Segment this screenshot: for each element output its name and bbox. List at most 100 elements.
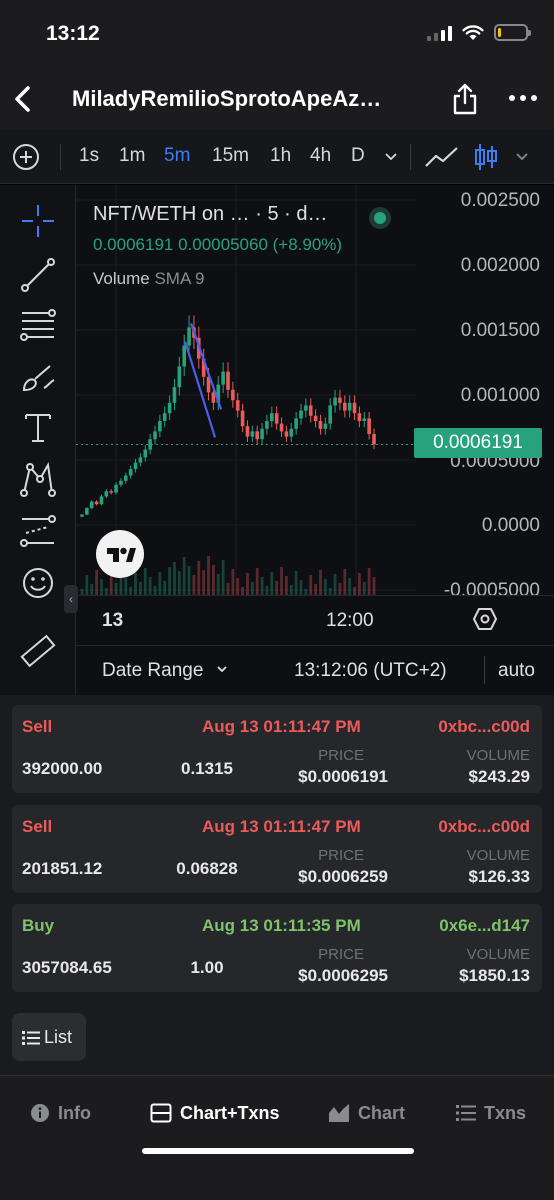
list-view-button[interactable]: List bbox=[12, 1013, 86, 1061]
nav-txns[interactable]: Txns bbox=[456, 1102, 526, 1124]
timeframe-5m[interactable]: 5m bbox=[164, 145, 190, 167]
transaction-row[interactable]: Sell Aug 13 01:11:47 PM 0xbc...c00d 3920… bbox=[12, 705, 542, 793]
candle-body bbox=[221, 371, 225, 385]
candle-body bbox=[85, 508, 89, 515]
chart-type-dropdown-chevron-icon[interactable] bbox=[514, 148, 530, 164]
battery-level bbox=[498, 28, 502, 37]
candle-body bbox=[318, 421, 323, 429]
status-time: 13:12 bbox=[46, 22, 100, 45]
volume-bar bbox=[231, 569, 235, 595]
candle-body bbox=[226, 371, 230, 390]
candle-body bbox=[99, 496, 104, 505]
volume-bar bbox=[323, 579, 327, 595]
candlestick-chart-type-icon[interactable] bbox=[474, 141, 498, 173]
tx-price-label: PRICE bbox=[318, 946, 364, 963]
candle-body bbox=[104, 491, 109, 497]
volume-bar bbox=[85, 575, 89, 595]
y-tick-label: 0.002000 bbox=[460, 255, 540, 276]
candle-body bbox=[352, 402, 357, 414]
volume-bar bbox=[255, 568, 259, 595]
transaction-row[interactable]: Buy Aug 13 01:11:35 PM 0x6e...d147 30570… bbox=[12, 904, 542, 992]
nav-info-label: Info bbox=[58, 1102, 91, 1123]
candle-body bbox=[323, 423, 328, 429]
bottom-navigation: Info Chart+Txns Chart Txns bbox=[0, 1075, 554, 1200]
timeframe-dropdown-chevron-icon[interactable] bbox=[383, 148, 399, 164]
more-options-button[interactable] bbox=[508, 90, 538, 106]
candle-body bbox=[250, 431, 255, 437]
candle-body bbox=[279, 423, 284, 432]
tx-maker-address[interactable]: 0xbc...c00d bbox=[438, 717, 530, 737]
timeframe-d[interactable]: D bbox=[351, 145, 365, 167]
live-status-icon bbox=[369, 207, 391, 229]
candle-body bbox=[304, 405, 308, 411]
volume-sma-label: SMA 9 bbox=[154, 269, 205, 288]
share-button[interactable] bbox=[450, 82, 480, 116]
toolbar-divider bbox=[60, 144, 61, 170]
candle-body bbox=[343, 402, 347, 411]
candle-body bbox=[89, 501, 94, 509]
candle-body bbox=[362, 418, 367, 421]
candle-body bbox=[80, 514, 84, 517]
volume-bar bbox=[236, 578, 240, 595]
tx-eth-amount: 1.00 bbox=[190, 958, 224, 977]
cellular-signal-icon bbox=[427, 25, 452, 41]
pattern-tool-icon[interactable] bbox=[18, 459, 58, 499]
volume-bar bbox=[221, 560, 225, 595]
tx-maker-address[interactable]: 0x6e...d147 bbox=[439, 916, 530, 936]
nav-chart[interactable]: Chart bbox=[328, 1102, 405, 1124]
volume-bar bbox=[114, 583, 118, 595]
candle-body bbox=[347, 402, 352, 411]
timeframe-1h[interactable]: 1h bbox=[270, 145, 291, 167]
text-tool-icon[interactable] bbox=[18, 407, 58, 447]
tx-time: Aug 13 01:11:35 PM bbox=[202, 916, 361, 935]
candle-body bbox=[308, 405, 313, 416]
candle-body bbox=[182, 345, 186, 367]
candle-body bbox=[299, 410, 303, 419]
volume-bar bbox=[260, 577, 264, 595]
volume-bar bbox=[187, 566, 191, 595]
candle-body bbox=[153, 431, 157, 440]
nav-info[interactable]: Info bbox=[30, 1102, 91, 1124]
timeframe-1m[interactable]: 1m bbox=[119, 145, 145, 167]
volume-bar bbox=[314, 584, 317, 595]
chart-settings-icon[interactable] bbox=[472, 606, 498, 632]
tx-token-amount: 3057084.65 bbox=[22, 958, 112, 977]
auto-scale-button[interactable]: auto bbox=[498, 660, 535, 682]
date-range-button[interactable]: Date Range bbox=[102, 660, 229, 682]
add-indicator-button[interactable] bbox=[12, 143, 40, 171]
candle-body bbox=[235, 400, 240, 411]
date-range-bar: Date Range 13:12:06 (UTC+2) auto bbox=[76, 645, 554, 695]
volume-bar bbox=[265, 586, 269, 595]
timeframe-4h[interactable]: 4h bbox=[310, 145, 331, 167]
nav-chart-txns[interactable]: Chart+Txns bbox=[150, 1102, 280, 1124]
candle-body bbox=[245, 426, 250, 437]
crosshair-tool-icon[interactable] bbox=[18, 201, 58, 241]
candle-body bbox=[289, 428, 294, 437]
trendline-tool-icon[interactable] bbox=[18, 255, 58, 295]
volume-bar bbox=[212, 565, 215, 595]
tradingview-logo-icon[interactable] bbox=[96, 530, 144, 578]
tx-type: Sell bbox=[22, 817, 53, 836]
back-button[interactable] bbox=[10, 80, 36, 118]
forecast-tool-icon[interactable] bbox=[18, 511, 58, 551]
ruler-tool-icon[interactable] bbox=[18, 631, 58, 671]
volume-bar bbox=[182, 557, 186, 595]
fib-retracement-tool-icon[interactable] bbox=[18, 305, 58, 345]
brush-tool-icon[interactable] bbox=[18, 358, 58, 398]
chart-clock[interactable]: 13:12:06 (UTC+2) bbox=[294, 660, 447, 682]
timeframe-15m[interactable]: 15m bbox=[212, 145, 249, 167]
candle-body bbox=[133, 462, 138, 470]
volume-bar bbox=[319, 570, 322, 595]
tx-price-label: PRICE bbox=[318, 847, 364, 864]
current-price-tag: 0.0006191 bbox=[414, 428, 542, 458]
transaction-row[interactable]: Sell Aug 13 01:11:47 PM 0xbc...c00d 2018… bbox=[12, 805, 542, 893]
candle-body bbox=[167, 402, 172, 414]
volume-bar bbox=[207, 556, 210, 595]
timeframe-1s[interactable]: 1s bbox=[79, 145, 99, 167]
candle-body bbox=[162, 413, 167, 421]
chart-legend: NFT/WETH on … · 5 · d… 0.0006191 0.00005… bbox=[93, 203, 391, 288]
emoji-tool-icon[interactable] bbox=[18, 563, 58, 603]
line-chart-type-icon[interactable] bbox=[424, 144, 460, 170]
candle-body bbox=[313, 415, 318, 421]
tx-maker-address[interactable]: 0xbc...c00d bbox=[438, 817, 530, 837]
